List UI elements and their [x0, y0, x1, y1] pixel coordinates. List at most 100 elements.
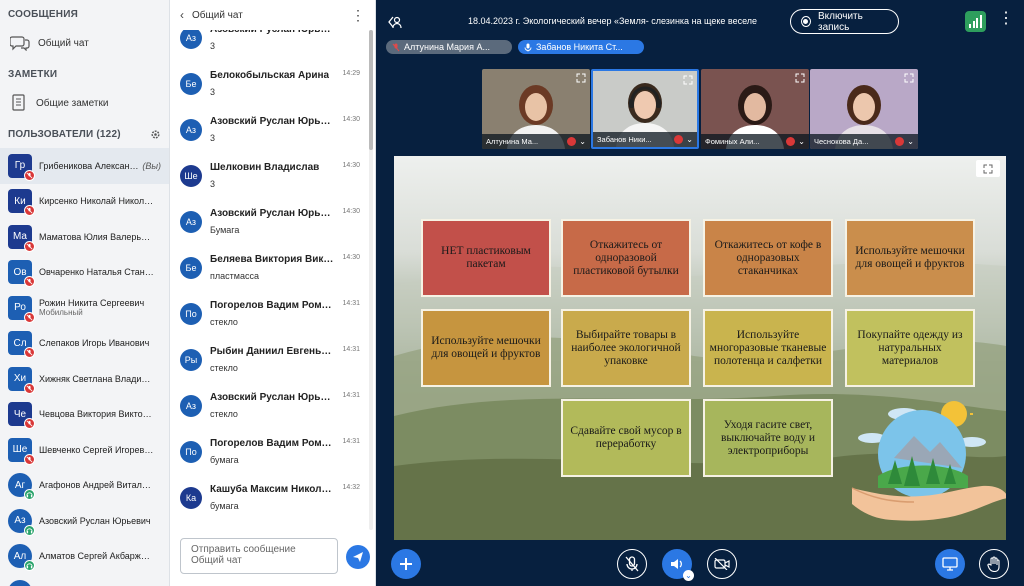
video-tile[interactable]: Фоминых Али... ⌄ — [701, 69, 809, 149]
expand-icon[interactable] — [683, 75, 693, 85]
app-window: СООБЩЕНИЯ Общий чат ЗАМЕТКИ Общие заметк… — [0, 0, 1024, 586]
message-author: Белокобыльская Арина — [210, 70, 330, 81]
chat-message: Аз Азовский Руслан Юрьевич 14:29 3 — [170, 30, 368, 66]
expand-icon[interactable] — [576, 73, 586, 83]
user-row[interactable]: Ки Кирсенко Николай Николаевич — [0, 184, 169, 220]
talker-name: Забанов Никита Ст... — [536, 42, 623, 52]
user-info: Кирсенко Николай Николаевич — [39, 196, 154, 206]
video-tile[interactable]: Чеснокова Да... ⌄ — [810, 69, 918, 149]
tile-options-chevron-icon[interactable]: ⌄ — [798, 137, 805, 146]
user-row[interactable]: Аз Азовский Руслан Юрьевич — [0, 503, 169, 539]
avatar: Бе — [180, 73, 202, 95]
chat-message: Ка Кашуба Максим Николаевич 14:32 бумага — [170, 480, 368, 526]
gear-icon[interactable] — [150, 129, 161, 140]
chat-message: Бе Беляева Виктория Викторовна 14:30 пластм… — [170, 250, 368, 296]
message-body: Беляева Виктория Викторовна 14:30 пластмас… — [210, 254, 360, 296]
presentation-toggle-button[interactable] — [935, 549, 965, 579]
slide-fullscreen-button[interactable] — [976, 160, 1000, 177]
message-text: бумага — [210, 455, 239, 465]
user-row[interactable]: Че Чевцова Виктория Викторовна — [0, 397, 169, 433]
message-body: Шелковин Владислав 14:30 3 — [210, 162, 360, 204]
connection-status-icon[interactable] — [965, 11, 986, 32]
user-info: Алматов Сергей Акбаржонович — [39, 551, 154, 561]
message-author: Азовский Руслан Юрьевич — [210, 208, 334, 219]
user-row[interactable]: Хи Хижняк Светлана Владимировна — [0, 361, 169, 397]
avatar-initials: Аз — [185, 217, 197, 227]
user-row[interactable]: Ро Рожин Никита Сергеевич Мобильный — [0, 290, 169, 326]
eco-tip-card: Используйте мешочки для овощей и фруктов — [845, 219, 975, 297]
raise-hand-button[interactable] — [979, 549, 1009, 579]
user-name: Грибеникова Александра ... — [39, 160, 141, 171]
user-row[interactable]: Ше Шевченко Сергей Игоревич — [0, 432, 169, 468]
mic-off-icon — [24, 205, 35, 217]
sidebar-item-shared-notes[interactable]: Общие заметки — [0, 88, 169, 118]
audio-toggle-button[interactable]: ⌄ — [662, 549, 694, 581]
message-text: 3 — [210, 179, 216, 189]
user-row[interactable]: Ма Маматова Юлия Валерьевна — [0, 219, 169, 255]
camera-toggle-button[interactable] — [707, 549, 737, 579]
notes-header-label: ЗАМЕТКИ — [8, 68, 58, 80]
screen-icon — [942, 557, 958, 571]
expand-icon[interactable] — [904, 73, 914, 83]
video-tile[interactable]: Алтунина Ма... ⌄ — [482, 69, 590, 149]
user-name: Рожин Никита Сергеевич — [39, 298, 145, 309]
actions-button[interactable] — [391, 549, 421, 579]
message-time: 14:32 — [342, 484, 360, 491]
chat-bubbles-icon — [10, 36, 30, 51]
avatar: Че — [8, 402, 35, 430]
video-tile[interactable]: Забанов Ники... ⌄ — [591, 69, 699, 149]
eco-tip-card: Используйте мешочки для овощей и фруктов — [421, 309, 551, 387]
user-info: Маматова Юлия Валерьевна — [39, 232, 154, 242]
back-chevron-icon[interactable]: ‹ — [180, 8, 184, 22]
user-name-line: Кирсенко Николай Николаевич — [39, 196, 154, 206]
user-row[interactable]: Ал Алматов Сергей Акбаржонович — [0, 539, 169, 575]
tile-options-chevron-icon[interactable]: ⌄ — [907, 137, 914, 146]
avatar: Ки — [8, 189, 35, 217]
tile-options-chevron-icon[interactable]: ⌄ — [686, 135, 693, 144]
message-header: Погорелов Вадим Романович 14:31 — [210, 438, 360, 449]
eco-tip-text: Откажитесь от одноразовой пластиковой бу… — [573, 238, 679, 277]
user-info: Чевцова Виктория Викторовна — [39, 409, 154, 419]
mic-off-icon — [24, 418, 35, 430]
record-button[interactable]: Включить запись — [790, 9, 899, 34]
tile-options-chevron-icon[interactable]: ⌄ — [579, 137, 586, 146]
record-label: Включить запись — [817, 10, 863, 33]
eco-tip-card: Откажитесь от одноразовой пластиковой бу… — [561, 219, 691, 297]
mic-toggle-button[interactable] — [617, 549, 647, 579]
meeting-options-icon[interactable]: ⋮ — [998, 8, 1014, 28]
sidebar-item-public-chat[interactable]: Общий чат — [0, 28, 169, 58]
user-name-line: Чевцова Виктория Викторовна — [39, 409, 154, 419]
meeting-topbar: 18.04.2023 г. Экологический вечер «Земля… — [376, 0, 1024, 40]
message-list: Аз Азовский Руслан Юрьевич 14:29 3 Бе Белокоб… — [170, 30, 368, 530]
eco-tip-card: Покупайте одежду из натуральных материал… — [845, 309, 975, 387]
chat-title[interactable]: Общий чат — [192, 10, 243, 21]
expand-icon[interactable] — [795, 73, 805, 83]
user-info: Шевченко Сергей Игоревич — [39, 445, 154, 455]
user-row[interactable]: Сл Слепаков Игорь Иванович — [0, 326, 169, 362]
avatar: Ка — [180, 487, 202, 509]
avatar-initials: Ов — [13, 266, 27, 278]
user-row[interactable]: Гр Грибеникова Александра ...(Вы) — [0, 148, 169, 184]
avatar: Аз — [180, 119, 202, 141]
message-text: бумага — [210, 501, 239, 511]
mic-off-icon — [567, 137, 577, 146]
avatar-initials: Гр — [14, 160, 26, 172]
message-body: Азовский Руслан Юрьевич 14:31 стекло — [210, 392, 360, 434]
tile-label: Фоминых Али... ⌄ — [701, 134, 809, 149]
user-row[interactable]: АлАлтунина Мария Андреевна — [0, 574, 169, 586]
user-list-toggle-icon[interactable] — [388, 15, 402, 29]
talking-indicator: Забанов Никита Ст... — [518, 40, 644, 54]
message-body: Белокобыльская Арина 14:29 3 — [210, 70, 360, 112]
message-input[interactable]: Отправить сообщение Общий чат — [180, 538, 338, 574]
audio-settings-chevron-icon[interactable]: ⌄ — [683, 570, 694, 581]
avatar: По — [180, 441, 202, 463]
chat-message: Аз Азовский Руслан Юрьевич 14:30 3 — [170, 112, 368, 158]
user-row[interactable]: Аг Агафонов Андрей Витальевич — [0, 468, 169, 504]
user-row[interactable]: Ов Овчаренко Наталья Станиславна — [0, 255, 169, 291]
message-author: Рыбин Даниил Евгеньевич — [210, 346, 334, 357]
chat-options-icon[interactable]: ⋮ — [351, 7, 365, 24]
headphones-icon — [24, 560, 35, 572]
message-header: Беляева Виктория Викторовна 14:30 — [210, 254, 360, 265]
chat-scrollbar[interactable] — [369, 30, 373, 530]
send-button[interactable] — [346, 545, 370, 569]
